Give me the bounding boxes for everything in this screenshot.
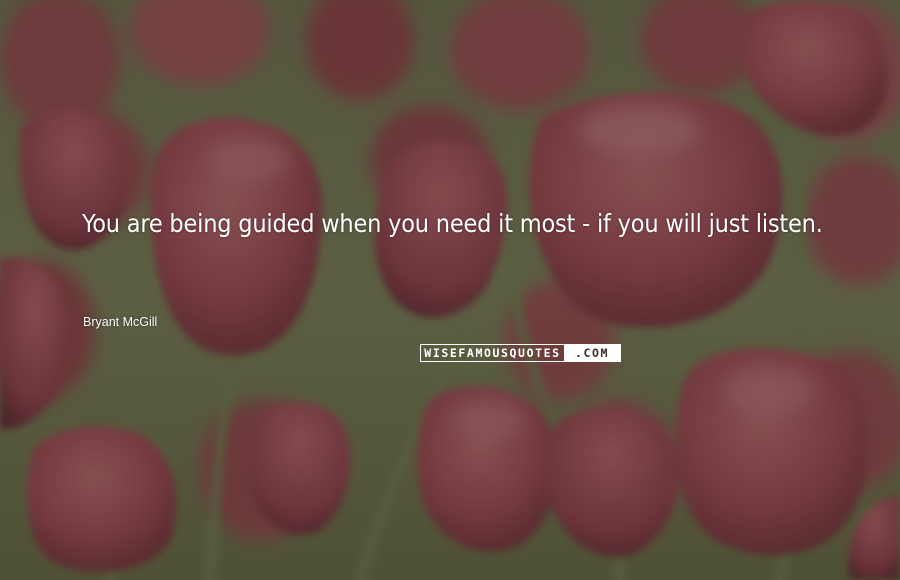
tulip-background-image: [0, 0, 900, 580]
watermark-domain: .COM: [564, 345, 620, 361]
quote-text: You are being guided when you need it mo…: [82, 209, 823, 238]
watermark-badge: WISEFAMOUSQUOTES .COM: [420, 344, 621, 362]
quote-card: You are being guided when you need it mo…: [0, 0, 900, 580]
watermark-site-name: WISEFAMOUSQUOTES: [424, 346, 561, 360]
quote-author: Bryant McGill: [83, 315, 158, 329]
